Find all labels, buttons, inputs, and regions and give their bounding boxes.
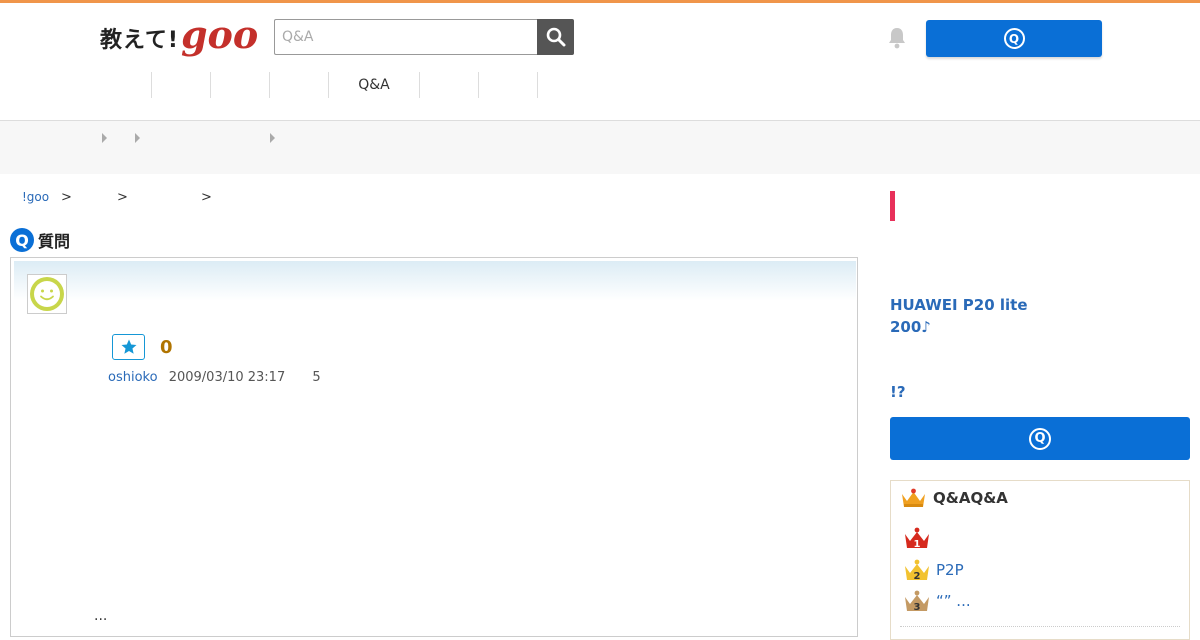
nav-item-1[interactable] xyxy=(92,72,151,98)
question-card xyxy=(10,257,858,637)
question-body-ellipsis: ... xyxy=(94,608,108,624)
nav-item-4[interactable] xyxy=(270,72,328,98)
promo-line-2: 200♪ xyxy=(890,318,931,336)
ranking-title: Q&AQ&A xyxy=(933,489,1008,507)
ask-question-button[interactable]: Q xyxy=(926,20,1102,57)
question-section-heading: Q 質問 xyxy=(10,228,70,252)
ranking-item[interactable]: 1 xyxy=(903,526,936,550)
crown-icon xyxy=(902,488,925,507)
nav-item-qa[interactable]: Q&A xyxy=(329,72,419,98)
breadcrumb-separator: > xyxy=(61,190,72,205)
breadcrumb-home-link[interactable]: !goo xyxy=(22,190,49,204)
star-count: 0 xyxy=(160,337,173,358)
nav-item-2[interactable] xyxy=(152,72,210,98)
question-icon: Q xyxy=(1003,28,1025,49)
avatar[interactable] xyxy=(27,274,67,314)
sidebar-ask-button[interactable]: Q xyxy=(890,417,1190,460)
chevron-right-icon xyxy=(135,133,140,143)
chevron-right-icon xyxy=(270,133,275,143)
svg-text:3: 3 xyxy=(914,602,921,613)
answer-count: 5 xyxy=(312,370,321,385)
svg-text:2: 2 xyxy=(914,571,921,582)
smiley-icon xyxy=(30,277,64,311)
section-marker xyxy=(890,191,895,221)
chevron-right-icon xyxy=(102,133,107,143)
bookmark-star-button[interactable] xyxy=(112,334,145,360)
nav-item-7[interactable] xyxy=(479,72,537,98)
question-icon: Q xyxy=(1029,427,1051,450)
logo-goo: goo xyxy=(180,12,259,57)
breadcrumb-separator: > xyxy=(117,190,128,205)
logo-text: 教えて! xyxy=(100,28,179,53)
rank-3-crown-icon: 3 xyxy=(905,590,929,613)
site-logo[interactable]: 教えて! goo xyxy=(100,14,258,54)
ranking-item[interactable]: 3 “” ... xyxy=(903,589,971,613)
nav-item-6[interactable] xyxy=(420,72,478,98)
category-nav: Q&A xyxy=(92,72,538,98)
question-badge-icon: Q xyxy=(10,228,34,252)
ranking-item-text: “” ... xyxy=(936,592,971,610)
question-meta: oshioko 2009/03/10 23:17 5 xyxy=(108,370,321,385)
search-input[interactable] xyxy=(274,19,538,55)
breadcrumb-separator: > xyxy=(201,190,212,205)
ranking-item-text: P2P xyxy=(936,561,964,579)
nav-item-3[interactable] xyxy=(211,72,269,98)
search-icon xyxy=(546,27,565,47)
posted-datetime: 2009/03/10 23:17 xyxy=(168,370,286,385)
search-button[interactable] xyxy=(537,19,574,55)
star-icon xyxy=(121,339,136,354)
ranking-header: Q&AQ&A xyxy=(900,487,1008,509)
search-form xyxy=(274,19,574,55)
category-breadcrumb-band xyxy=(0,121,1200,174)
question-title-area xyxy=(14,261,856,301)
promo-question-link[interactable]: !? xyxy=(890,383,906,401)
section-title: 質問 xyxy=(38,232,71,251)
asker-username[interactable]: oshioko xyxy=(108,370,158,385)
promo-line-1: HUAWEI P20 lite xyxy=(890,296,1028,314)
breadcrumb: !goo xyxy=(22,190,49,205)
top-accent-line xyxy=(0,0,1200,3)
rank-1-crown-icon: 1 xyxy=(905,527,929,550)
svg-text:1: 1 xyxy=(914,539,921,550)
promo-link[interactable]: HUAWEI P20 lite 200♪ xyxy=(890,294,1028,338)
bell-icon[interactable] xyxy=(886,26,908,50)
ranking-divider xyxy=(900,626,1180,628)
rank-2-crown-icon: 2 xyxy=(905,559,929,582)
ranking-item[interactable]: 2 P2P xyxy=(903,558,964,582)
nav-divider xyxy=(537,72,538,98)
